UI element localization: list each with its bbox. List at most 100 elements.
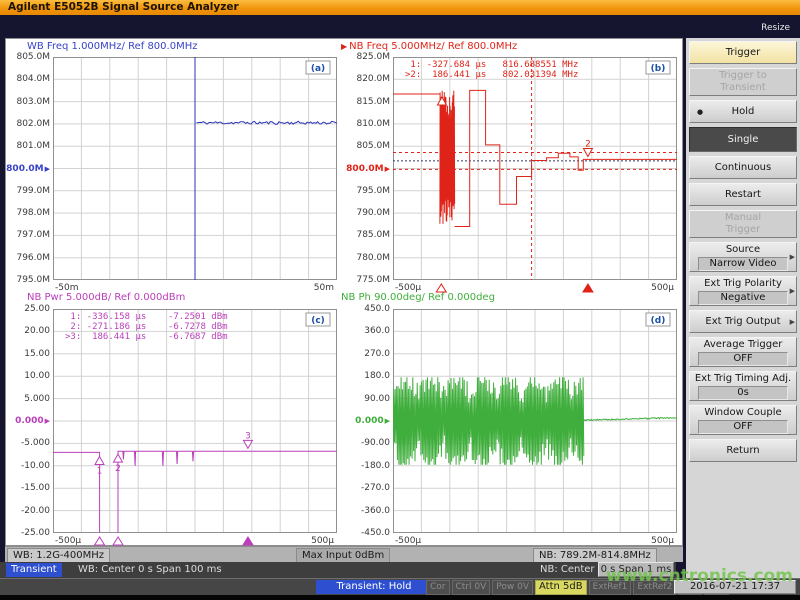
trace-active-arrow-icon: ▶: [341, 42, 347, 51]
wb-sweep-params: WB: Center 0 s Span 100 ms: [78, 563, 222, 577]
panel-a-ytick: 798.0M: [6, 208, 50, 218]
softkey-ext-trig-timing-adj[interactable]: Ext Trig Timing Adj.0s: [689, 371, 797, 401]
panel-d-ytick: 270.0: [346, 349, 390, 359]
panel-d-ytick: 360.0: [346, 326, 390, 336]
softkey-label: Restart: [725, 189, 761, 201]
panel-c-ytick: -25.00: [6, 528, 50, 538]
panel-b-ytick: 795.0M: [346, 186, 390, 196]
panel-b-axis-marker-icon: [436, 284, 446, 292]
softkey-label: Manual Trigger: [725, 212, 761, 236]
ref-line-arrow-icon: ▶: [385, 165, 390, 173]
panel-d-ytick: 90.00: [346, 394, 390, 404]
softkey-menu: Trigger Trigger to Transient ●Hold Single Co…: [684, 38, 800, 578]
panel-d-ytick: -270.0: [346, 483, 390, 493]
panel-d-ytick: -90.00: [346, 438, 390, 448]
softkey-value: OFF: [698, 420, 788, 434]
instrument-screen: Agilent E5052B Signal Source Analyzer Re…: [0, 0, 800, 600]
softkey-value: 0s: [698, 386, 788, 400]
softkey-source[interactable]: SourceNarrow Video▶: [689, 242, 797, 272]
panel-d-ytick: -360.0: [346, 506, 390, 516]
softkey-ext-trig-polarity[interactable]: Ext Trig PolarityNegative▶: [689, 276, 797, 306]
panel-c-marker-readout: 1: -336.158 µs -7.2501 dBm 2: -271.186 µ…: [65, 312, 228, 342]
softkey-label: Trigger: [726, 47, 761, 59]
panel-d-ytick: -180.0: [346, 461, 390, 471]
panel-b-ytick: 820.0M: [346, 74, 390, 84]
panel-a-ytick: 797.0M: [6, 230, 50, 240]
ref-line-arrow-icon: ▶: [385, 417, 390, 425]
panel-a-ytick: 801.0M: [6, 141, 50, 151]
panel-c-ytick: 10.00: [6, 371, 50, 381]
panel-a-ytick: 805.0M: [6, 52, 50, 62]
panel-b-plot[interactable]: 12(b): [393, 57, 677, 294]
panel-d-ytick: -450.0: [346, 528, 390, 538]
status-indicator-extref1: ExtRef1: [589, 580, 632, 595]
panel-c-ytick: -5.000: [6, 438, 50, 448]
status-indicator-extref2: ExtRef2: [633, 580, 676, 595]
panel-c-ytick: -15.00: [6, 483, 50, 493]
softkey-trigger-to-transient: Trigger to Transient: [689, 68, 797, 96]
softkey-single[interactable]: Single: [689, 127, 797, 152]
trigger-state-badge: Transient: Hold: [316, 580, 432, 594]
panel-c-ref-level-label: 0.000▶: [6, 416, 50, 426]
softkey-continuous[interactable]: Continuous: [689, 156, 797, 179]
panel-c-axis-marker-icon: [243, 537, 253, 545]
indicator-row: CorCtrl 0VPow 0VAttn 5dBExtRef1ExtRef2Sv…: [426, 580, 672, 595]
panel-a-ytick: 795.0M: [6, 275, 50, 285]
softkey-label: Window Couple: [704, 407, 781, 419]
panel-c-ytick: -10.00: [6, 461, 50, 471]
panel-a-ytick: 803.0M: [6, 97, 50, 107]
softkey-trigger[interactable]: Trigger: [689, 41, 797, 64]
bottom-edge: [0, 595, 800, 600]
panel-b-ytick: 775.0M: [346, 275, 390, 285]
softkey-value: OFF: [698, 352, 788, 366]
panel-b-title: ▶NB Freq 5.000MHz/ Ref 800.0MHz: [341, 41, 517, 52]
submenu-arrow-icon: ▶: [790, 318, 795, 326]
svg-text:1: 1: [439, 107, 445, 117]
softkey-window-couple[interactable]: Window CoupleOFF: [689, 405, 797, 435]
softkey-value: Negative: [698, 291, 788, 305]
svg-text:3: 3: [245, 431, 251, 441]
softkey-ext-trig-output[interactable]: Ext Trig Output ▶: [689, 310, 797, 333]
status-indicator-ctrl-0v: Ctrl 0V: [452, 580, 491, 595]
panel-d-ref-level-label: 0.000▶: [346, 416, 390, 426]
panel-c-plot[interactable]: 123(c): [53, 309, 337, 547]
panel-d-plot[interactable]: (d): [393, 309, 677, 547]
svg-text:1: 1: [97, 466, 103, 476]
softkey-label: Ext Trig Timing Adj.: [695, 373, 791, 385]
panel-b-ref-level-label: 800.0M▶: [346, 164, 390, 174]
ref-line-arrow-icon: ▶: [45, 165, 50, 173]
panel-c-axis-marker-icon: [113, 537, 123, 545]
panel-c-ytick: -20.00: [6, 506, 50, 516]
panel-a-ytick: 799.0M: [6, 186, 50, 196]
softkey-average-trigger[interactable]: Average TriggerOFF: [689, 337, 797, 367]
panel-c-axis-marker-icon: [95, 537, 105, 545]
status-indicator-pow-0v: Pow 0V: [492, 580, 533, 595]
panel-d-ytick: 180.0: [346, 371, 390, 381]
softkey-label: Ext Trig Polarity: [704, 278, 782, 290]
panel-a-plot[interactable]: (a): [53, 57, 337, 294]
softkey-label: Average Trigger: [704, 339, 783, 351]
svg-text:2: 2: [115, 464, 121, 474]
panel-a-ytick: 802.0M: [6, 119, 50, 129]
softkey-manual-trigger: Manual Trigger: [689, 210, 797, 238]
softkey-return[interactable]: Return: [689, 439, 797, 462]
ref-line-arrow-icon: ▶: [45, 417, 50, 425]
panel-b-ytick: 785.0M: [346, 230, 390, 240]
panel-b-axis-marker-icon: [583, 284, 593, 292]
panel-a-ref-level-label: 800.0M▶: [6, 164, 50, 174]
panel-b-ytick: 805.0M: [346, 141, 390, 151]
hardware-status-bar: WB: 1.2G-400MHz Max Input 0dBm NB: 789.2…: [5, 546, 683, 562]
resize-button[interactable]: Resize: [761, 23, 790, 33]
panel-a-corner-label: (a): [311, 64, 325, 74]
softkey-label: Return: [726, 445, 759, 457]
softkey-hold[interactable]: ●Hold: [689, 100, 797, 123]
status-indicator-attn-5db: Attn 5dB: [535, 580, 587, 595]
panel-d-ytick: 450.0: [346, 304, 390, 314]
softkey-label: Ext Trig Output: [705, 316, 780, 328]
panel-b-ytick: 780.0M: [346, 253, 390, 263]
softkey-restart[interactable]: Restart: [689, 183, 797, 206]
softkey-label: Continuous: [715, 162, 771, 174]
softkey-label: Single: [728, 134, 759, 146]
instrument-status-bar: Transient: Hold CorCtrl 0VPow 0VAttn 5dB…: [0, 578, 800, 595]
window-title: Agilent E5052B Signal Source Analyzer: [0, 0, 800, 15]
